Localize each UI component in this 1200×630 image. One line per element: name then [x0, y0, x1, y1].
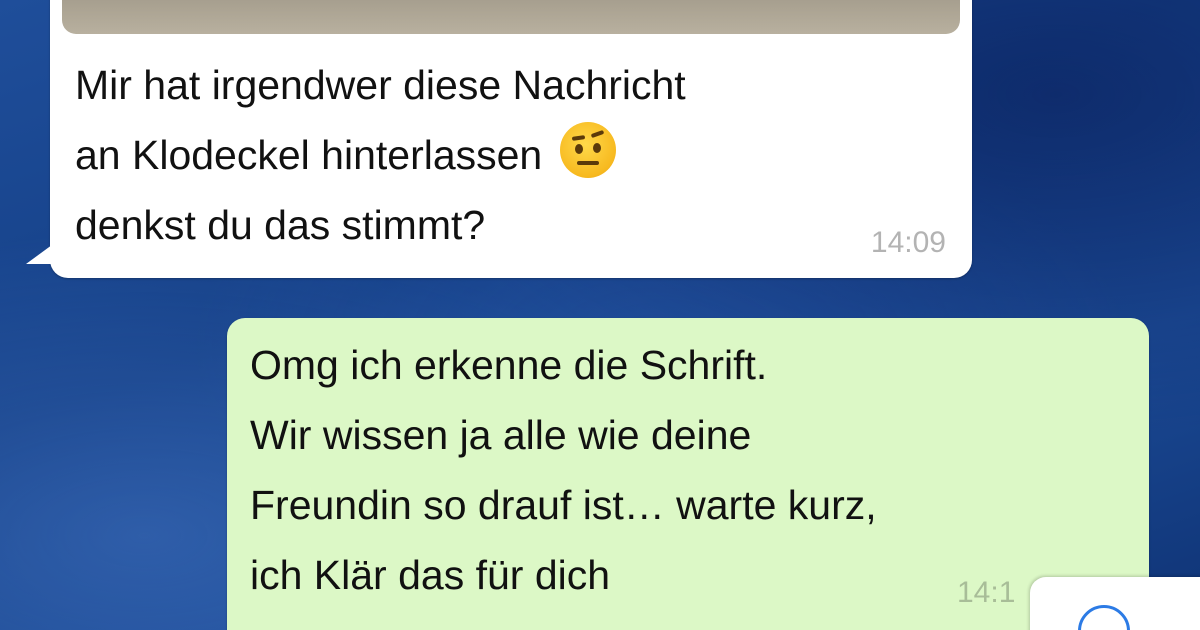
incoming-message-text: Mir hat irgendwer diese Nachricht an Klo… — [75, 50, 935, 260]
bubble-tail — [26, 242, 56, 264]
chat-area: Mir hat irgendwer diese Nachricht an Klo… — [0, 0, 1200, 630]
message-line: denkst du das stimmt? — [75, 202, 486, 248]
message-timestamp: 14:09 — [870, 226, 946, 259]
circle-icon[interactable] — [1078, 605, 1130, 630]
outgoing-message-bubble[interactable]: Omg ich erkenne die Schrift. Wir wissen … — [227, 318, 1149, 630]
image-attachment-preview[interactable] — [62, 0, 960, 34]
scroll-down-popup[interactable] — [1030, 577, 1200, 630]
face-with-raised-eyebrow-icon — [559, 122, 616, 178]
outgoing-message-text: Omg ich erkenne die Schrift. Wir wissen … — [250, 342, 877, 598]
message-timestamp: 14:1 — [957, 576, 1016, 609]
incoming-message-bubble[interactable]: Mir hat irgendwer diese Nachricht an Klo… — [26, 0, 972, 278]
message-line: an Klodeckel hinterlassen — [75, 132, 543, 178]
message-line: Mir hat irgendwer diese Nachricht — [75, 62, 686, 108]
